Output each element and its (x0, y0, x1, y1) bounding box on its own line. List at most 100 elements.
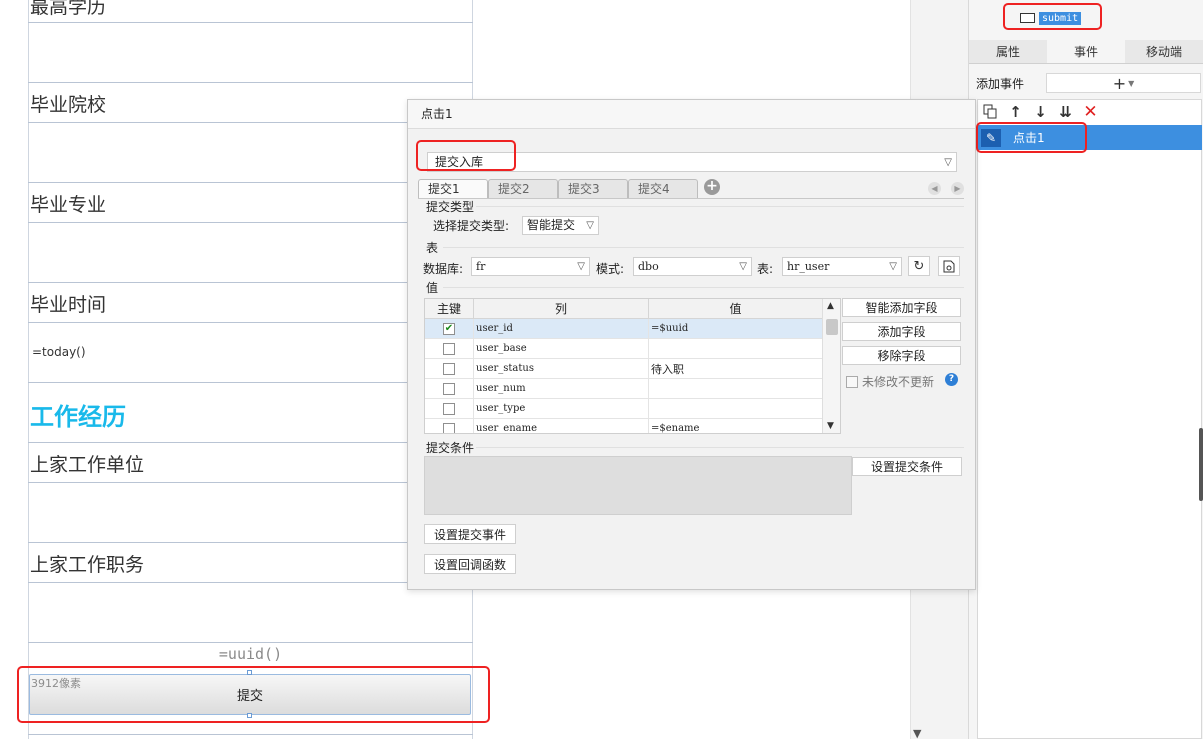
arrow-up-icon[interactable]: ↑ (1007, 103, 1024, 121)
dialog-title: 点击1 (408, 100, 975, 129)
widget-tree-item[interactable]: submit (1020, 9, 1082, 27)
table-label: 表: (757, 262, 774, 276)
row-value[interactable] (649, 339, 823, 358)
copy-icon[interactable] (982, 103, 999, 120)
scroll-down-arrow-icon[interactable]: ▼ (913, 727, 921, 740)
submit-widget-button[interactable]: 提交 (29, 674, 471, 715)
primary-key-checkbox[interactable] (443, 422, 455, 433)
smart-add-field-button[interactable]: 智能添加字段 (842, 298, 961, 317)
select-type-label: 选择提交类型: (433, 219, 510, 233)
header-value: 值 (649, 299, 823, 318)
grid-scroll-thumb[interactable] (826, 319, 838, 335)
database-dropdown[interactable]: fr ▽ (471, 257, 590, 276)
label-major: 毕业专业 (30, 194, 107, 216)
event-item[interactable]: ✎ 点击1 (978, 125, 1202, 150)
scroll-down-arrow-icon[interactable]: ▼ (827, 421, 834, 431)
subtab-1[interactable]: 提交1 (418, 179, 488, 198)
primary-key-checkbox[interactable] (443, 402, 455, 415)
table-row[interactable]: user_status 待入职 (425, 359, 823, 379)
event-item-label: 点击1 (1013, 131, 1045, 145)
tab-next-arrow-icon[interactable]: ▶ (951, 182, 964, 195)
event-toolbar: ↑ ↓ ⇊ ✕ (982, 102, 1099, 122)
subtab-4[interactable]: 提交4 (628, 179, 698, 198)
grid-scrollbar[interactable]: ▲ ▼ (822, 299, 840, 433)
set-condition-button[interactable]: 设置提交条件 (852, 457, 962, 476)
resize-handle[interactable] (247, 713, 252, 718)
chevron-down-icon: ▽ (944, 157, 952, 168)
width-hint: 3912像素 (31, 677, 81, 690)
add-field-button[interactable]: 添加字段 (842, 322, 961, 341)
today-formula-cell[interactable]: =today() (32, 345, 86, 359)
table-row[interactable]: ✔ user_id =$uuid (425, 319, 823, 339)
divider (476, 206, 964, 207)
delete-icon[interactable]: ✕ (1082, 102, 1099, 122)
row-value[interactable] (649, 399, 823, 418)
section-submit-type: 提交类型 (426, 200, 475, 214)
panel-tabs: 属性 事件 移动端 (969, 40, 1203, 64)
resize-handle[interactable] (247, 670, 252, 675)
subtab-3[interactable]: 提交3 (558, 179, 628, 198)
chevron-down-icon: ▽ (577, 261, 585, 272)
uuid-formula-cell[interactable]: =uuid() (28, 645, 473, 663)
add-tab-plus-icon[interactable]: + (704, 179, 720, 195)
tree-item-label: submit (1039, 11, 1082, 25)
mode-dropdown[interactable]: dbo ▽ (633, 257, 752, 276)
section-condition: 提交条件 (426, 441, 475, 455)
database-label: 数据库: (423, 262, 464, 276)
primary-key-checkbox[interactable] (443, 342, 455, 355)
add-event-dropdown[interactable]: + ▼ (1046, 73, 1201, 93)
row-line (28, 82, 473, 83)
field-value-grid[interactable]: 主键 列 值 ✔ user_id =$uuid user_base user_s… (424, 298, 841, 434)
section-values: 值 (426, 281, 439, 295)
checkbox-box[interactable] (846, 375, 858, 388)
table-row[interactable]: user_ename =$ename (425, 419, 823, 433)
label-last-company: 上家工作单位 (30, 454, 145, 476)
caret-down-icon: ▼ (1128, 78, 1135, 88)
submit-type-dropdown[interactable]: 提交入库 ▽ (427, 152, 957, 172)
tab-prev-arrow-icon[interactable]: ◀ (928, 182, 941, 195)
primary-key-checkbox[interactable] (443, 382, 455, 395)
submit-condition-area[interactable] (424, 456, 852, 515)
row-value[interactable] (649, 379, 823, 398)
table-preview-icon[interactable] (938, 256, 960, 276)
row-line (28, 642, 473, 643)
table-value: hr_user (787, 260, 830, 273)
button-widget-icon (1020, 13, 1035, 23)
no-update-checkbox[interactable]: 未修改不更新 (846, 373, 934, 390)
tab-mobile[interactable]: 移动端 (1125, 40, 1203, 63)
scroll-up-arrow-icon[interactable]: ▲ (827, 301, 834, 311)
divider (443, 287, 964, 288)
row-column: user_num (474, 379, 649, 398)
primary-key-checkbox[interactable] (443, 362, 455, 375)
set-submit-event-button[interactable]: 设置提交事件 (424, 524, 517, 544)
primary-key-checkbox[interactable]: ✔ (443, 322, 455, 335)
mode-value: dbo (638, 260, 659, 273)
refresh-icon[interactable]: ↻ (908, 256, 930, 276)
database-value: fr (476, 260, 486, 273)
select-type-dropdown[interactable]: 智能提交 ▽ (522, 216, 599, 235)
set-callback-button[interactable]: 设置回调函数 (424, 554, 517, 574)
table-row[interactable]: user_base (425, 339, 823, 359)
row-value[interactable]: =$uuid (649, 319, 823, 338)
row-value[interactable]: =$ename (649, 419, 823, 433)
row-column: user_status (474, 359, 649, 378)
edit-pencil-icon[interactable]: ✎ (981, 128, 1001, 147)
row-line (28, 22, 473, 23)
panel-scroll-thumb[interactable] (1199, 428, 1203, 501)
row-column: user_id (474, 319, 649, 338)
table-row[interactable]: user_num (425, 379, 823, 399)
chevron-down-icon: ▽ (739, 261, 747, 272)
tab-events[interactable]: 事件 (1047, 40, 1125, 63)
table-dropdown[interactable]: hr_user ▽ (782, 257, 902, 276)
table-row[interactable]: user_type (425, 399, 823, 419)
tab-properties[interactable]: 属性 (969, 40, 1047, 63)
row-value[interactable]: 待入职 (649, 359, 823, 378)
chevron-down-icon: ▽ (586, 220, 594, 231)
arrow-down-icon[interactable]: ↓ (1032, 103, 1049, 121)
move-to-bottom-icon[interactable]: ⇊ (1057, 103, 1074, 121)
remove-field-button[interactable]: 移除字段 (842, 346, 961, 365)
select-type-value: 智能提交 (527, 218, 576, 232)
row-line (28, 734, 473, 735)
help-icon[interactable]: ? (945, 373, 958, 386)
subtab-2[interactable]: 提交2 (488, 179, 558, 198)
